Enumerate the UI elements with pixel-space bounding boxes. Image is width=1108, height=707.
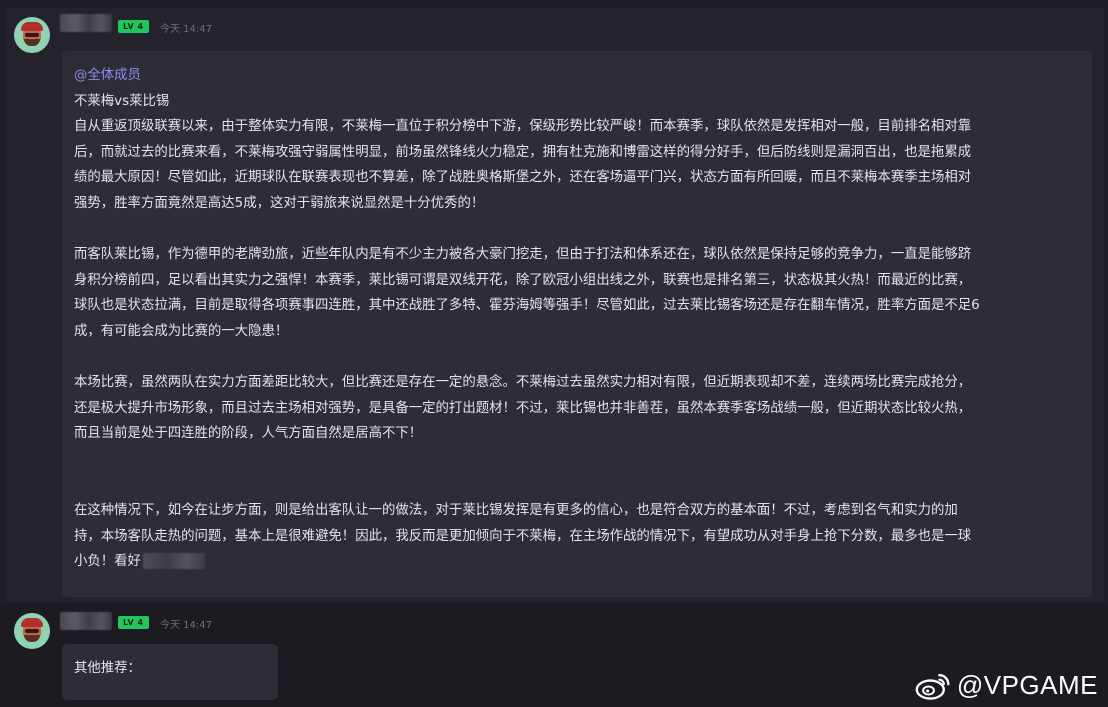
message-line: 持，本场客队走热的问题，基本上是很难避免！因此，我反而是更加倾向于不莱梅，在主场…	[74, 528, 972, 544]
message-line-text: 小负！看好	[74, 554, 141, 570]
message-line: 而客队莱比锡，作为德甲的老牌劲旅，近些年队内是有不少主力被各大豪门挖走，但由于打…	[74, 247, 972, 263]
user-avatar[interactable]	[14, 17, 50, 53]
avatar-cap	[21, 618, 43, 627]
message-bubble: @全体成员 不莱梅vs莱比锡 自从重返顶级联赛以来，由于整体实力有限，不莱梅一直…	[62, 51, 1092, 597]
message-title: 不莱梅vs莱比锡	[74, 93, 170, 109]
username-redacted[interactable]	[60, 612, 112, 630]
message-line: 成，有可能会成为比赛的一大隐患！	[74, 323, 289, 339]
message-content: @全体成员 不莱梅vs莱比锡 自从重返顶级联赛以来，由于整体实力有限，不莱梅一直…	[74, 63, 1086, 575]
message-line: 还是极大提升市场形象，而且过去主场相对强势，是具备一定的打出题材！不过，莱比锡也…	[74, 400, 972, 416]
avatar-eyes	[25, 629, 39, 633]
message-line: 身积分榜前四，足以看出其实力之强悍！本赛季，莱比锡可谓是双线开花，除了欧冠小组出…	[74, 272, 972, 288]
watermark-text: @VPGAME	[956, 670, 1098, 700]
message-line: 而且当前是处于四连胜的阶段，人气方面自然是居高不下！	[74, 426, 423, 442]
message-line: 绩的最大原因！尽管如此，近期球队在联赛表现也不算差，除了战胜奥格斯堡之外，还在客…	[74, 170, 972, 186]
message-timestamp: 今天 14:47	[160, 24, 212, 35]
message-bubble: 其他推荐：	[62, 644, 278, 700]
message-line: 在这种情况下，如今在让步方面，则是给出客队让一的做法，对于莱比锡发挥是有更多的信…	[74, 502, 958, 518]
message-line: 球队也是状态拉满，目前是取得各项赛事四连胜，其中还战胜了多特、霍芬海姆等强手！尽…	[74, 298, 980, 314]
weibo-icon	[915, 673, 950, 700]
user-avatar[interactable]	[14, 613, 50, 649]
level-badge: LV 4	[118, 20, 149, 33]
chat-page: LV 4 今天 14:47 @全体成员 不莱梅vs莱比锡 自从重返顶级联赛以来，…	[0, 0, 1108, 707]
message-line: 自从重返顶级联赛以来，由于整体实力有限，不莱梅一直位于积分榜中下游，保级形势比较…	[74, 119, 972, 135]
message-line: 本场比赛，虽然两队在实力方面差距比较大，但比赛还是存在一定的悬念。不莱梅过去虽然…	[74, 375, 972, 391]
message-line: 后，而就过去的比赛来看，不莱梅攻强守弱属性明显，前场虽然锋线火力稳定，拥有杜克施…	[74, 144, 972, 160]
level-badge: LV 4	[118, 616, 149, 629]
message-line: 强势，胜率方面竟然是高达5成，这对于弱旅来说显然是十分优秀的！	[74, 195, 485, 211]
message-last-line: 小负！看好	[74, 549, 1086, 575]
message-content: 其他推荐：	[74, 661, 141, 676]
avatar-eyes	[25, 33, 39, 37]
message-timestamp: 今天 14:47	[160, 620, 212, 631]
redacted-text	[142, 553, 205, 570]
mention-all-members[interactable]: @全体成员	[74, 63, 1086, 89]
avatar-beard	[24, 39, 40, 46]
username-redacted[interactable]	[60, 14, 112, 32]
avatar-beard	[24, 635, 40, 642]
avatar-cap	[21, 22, 43, 31]
watermark: @VPGAME	[915, 670, 1098, 701]
